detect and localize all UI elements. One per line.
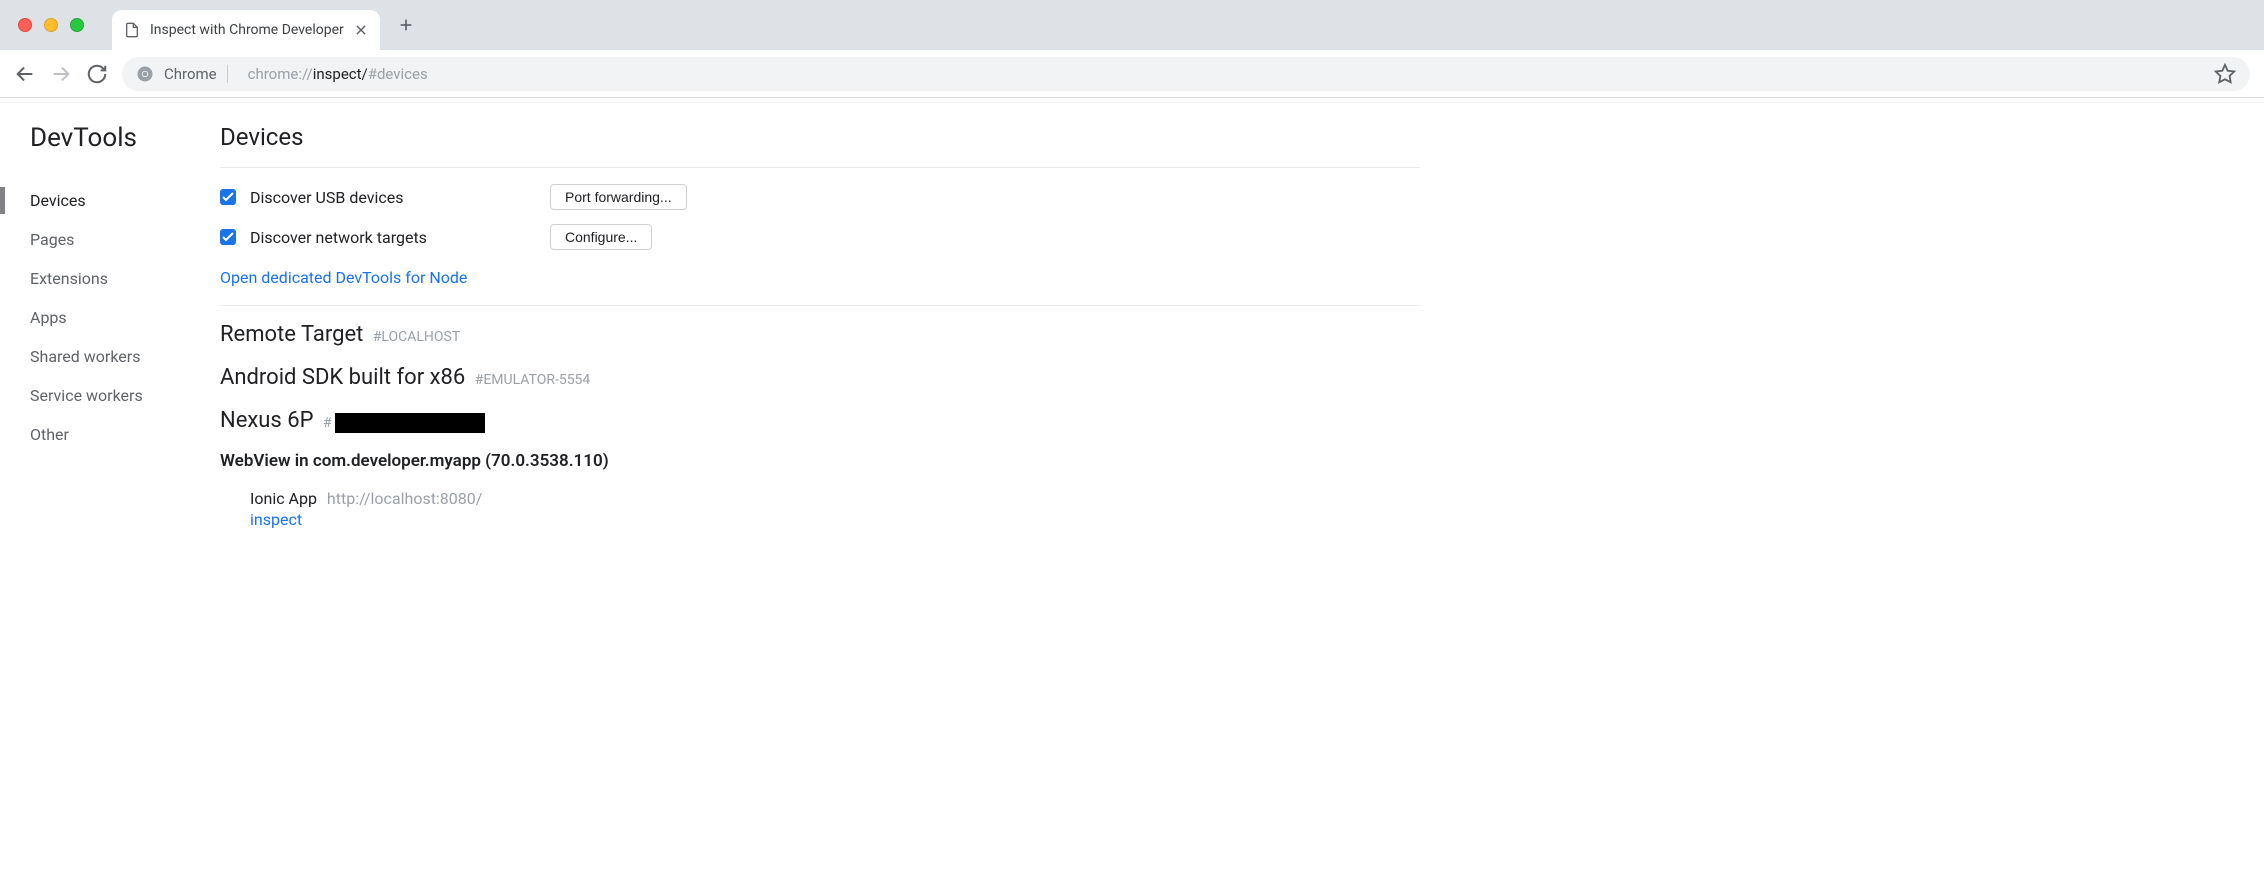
port-forwarding-button[interactable]: Port forwarding... xyxy=(550,184,687,210)
forward-button[interactable] xyxy=(50,63,72,85)
tab-title: Inspect with Chrome Developer xyxy=(150,22,344,38)
discover-network-label: Discover network targets xyxy=(250,228,550,247)
url-suffix: #devices xyxy=(368,65,428,83)
device-nexus-heading: Nexus 6P # xyxy=(220,408,1420,433)
url-strong: inspect/ xyxy=(313,65,368,83)
sidebar-title: DevTools xyxy=(30,123,190,153)
sidebar-item-extensions[interactable]: Extensions xyxy=(30,259,190,298)
sidebar-item-devices[interactable]: Devices xyxy=(30,181,190,220)
browser-chrome: Inspect with Chrome Developer Chrome chr… xyxy=(0,0,2264,98)
sidebar-item-apps[interactable]: Apps xyxy=(30,298,190,337)
main-content: Devices Discover USB devices Port forwar… xyxy=(220,123,1420,529)
sidebar: DevTools Devices Pages Extensions Apps S… xyxy=(30,123,190,529)
chrome-icon xyxy=(136,65,154,83)
discover-usb-checkbox[interactable] xyxy=(220,189,236,205)
device-android-sdk-heading: Android SDK built for x86 #EMULATOR-5554 xyxy=(220,365,1420,390)
target-row: Ionic App http://localhost:8080/ inspect xyxy=(220,489,1420,529)
file-icon xyxy=(124,22,140,38)
address-url: chrome://inspect/#devices xyxy=(238,65,428,83)
address-bar[interactable]: Chrome chrome://inspect/#devices xyxy=(122,57,2250,91)
device-nexus-hash: # xyxy=(323,415,485,431)
target-url: http://localhost:8080/ xyxy=(327,489,482,508)
tab-strip: Inspect with Chrome Developer xyxy=(0,0,2264,50)
sidebar-item-service-workers[interactable]: Service workers xyxy=(30,376,190,415)
target-name: Ionic App xyxy=(250,489,317,508)
divider xyxy=(220,305,1420,306)
device-android-sdk-title: Android SDK built for x86 xyxy=(220,365,465,390)
toolbar: Chrome chrome://inspect/#devices xyxy=(0,50,2264,98)
redacted-serial xyxy=(335,413,485,433)
open-node-devtools-link[interactable]: Open dedicated DevTools for Node xyxy=(220,268,467,287)
maximize-window-button[interactable] xyxy=(70,18,84,32)
webview-title: WebView in com.developer.myapp (70.0.353… xyxy=(220,451,1420,471)
new-tab-button[interactable] xyxy=(388,7,424,43)
sidebar-item-pages[interactable]: Pages xyxy=(30,220,190,259)
address-label: Chrome xyxy=(164,65,228,83)
url-prefix: chrome:// xyxy=(248,65,313,83)
back-button[interactable] xyxy=(14,63,36,85)
window-controls xyxy=(18,18,84,32)
reload-button[interactable] xyxy=(86,63,108,85)
discover-usb-row: Discover USB devices Port forwarding... xyxy=(220,184,1420,210)
device-nexus-title: Nexus 6P xyxy=(220,408,313,433)
inspect-link[interactable]: inspect xyxy=(250,510,1420,529)
discover-network-checkbox[interactable] xyxy=(220,229,236,245)
minimize-window-button[interactable] xyxy=(44,18,58,32)
divider xyxy=(220,167,1420,168)
page-body: DevTools Devices Pages Extensions Apps S… xyxy=(0,102,2264,549)
browser-tab[interactable]: Inspect with Chrome Developer xyxy=(112,10,380,50)
remote-target-heading: Remote Target #LOCALHOST xyxy=(220,322,1420,347)
device-android-sdk-hash: #EMULATOR-5554 xyxy=(475,372,591,388)
sidebar-item-other[interactable]: Other xyxy=(30,415,190,454)
configure-button[interactable]: Configure... xyxy=(550,224,652,250)
close-tab-icon[interactable] xyxy=(354,23,368,37)
discover-usb-label: Discover USB devices xyxy=(250,188,550,207)
bookmark-star-icon[interactable] xyxy=(2214,63,2236,85)
remote-target-title: Remote Target xyxy=(220,322,363,347)
sidebar-item-shared-workers[interactable]: Shared workers xyxy=(30,337,190,376)
page-title: Devices xyxy=(220,123,1420,151)
remote-target-hash: #LOCALHOST xyxy=(373,329,460,345)
close-window-button[interactable] xyxy=(18,18,32,32)
hash-char: # xyxy=(323,415,332,431)
discover-network-row: Discover network targets Configure... xyxy=(220,224,1420,250)
